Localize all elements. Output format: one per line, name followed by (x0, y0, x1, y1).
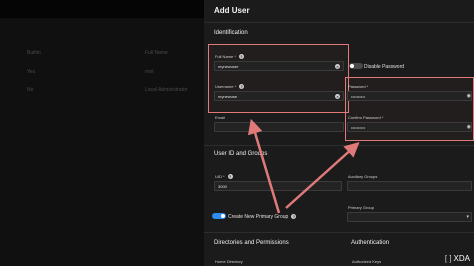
arrow-to-passwords (285, 141, 360, 209)
xda-logo-icon: [ ] (444, 254, 452, 263)
arrow-to-names (247, 118, 281, 214)
annotation-arrows (247, 118, 360, 214)
watermark: [ ] XDA (444, 254, 470, 263)
